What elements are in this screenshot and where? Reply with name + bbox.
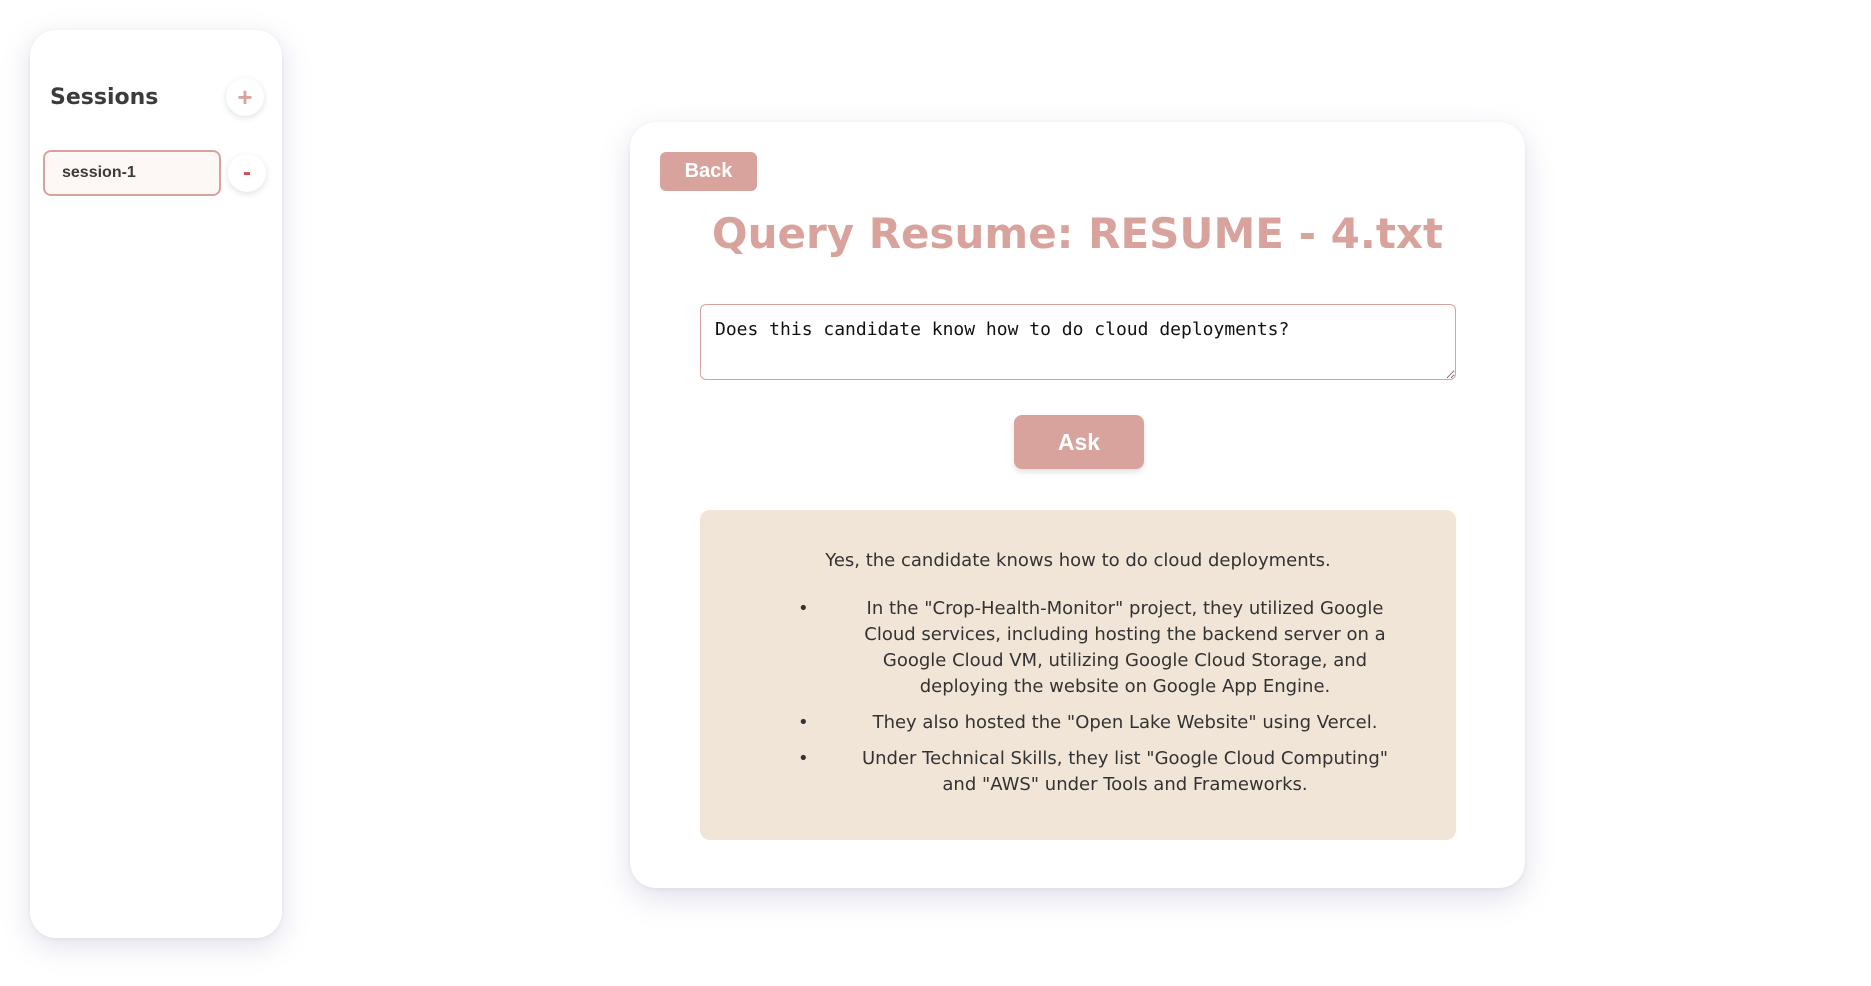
list-item: • In the "Crop-Health-Monitor" project, … — [740, 596, 1416, 700]
back-button[interactable]: Back — [660, 152, 757, 191]
bullet-icon: • — [798, 712, 809, 733]
answer-box: Yes, the candidate knows how to do cloud… — [700, 510, 1456, 840]
list-item: • Under Technical Skills, they list "Goo… — [740, 746, 1416, 798]
answer-bullet-text: They also hosted the "Open Lake Website"… — [872, 712, 1378, 733]
answer-list: • In the "Crop-Health-Monitor" project, … — [740, 596, 1416, 798]
add-session-button[interactable]: + — [226, 78, 264, 116]
answer-bullet-text: Under Technical Skills, they list "Googl… — [861, 748, 1389, 795]
session-row: session-1 - — [43, 150, 266, 196]
bullet-icon: • — [798, 748, 809, 769]
query-input[interactable]: Does this candidate know how to do cloud… — [700, 304, 1456, 380]
ask-button[interactable]: Ask — [1014, 415, 1144, 469]
session-item[interactable]: session-1 — [43, 150, 221, 196]
answer-bullet-text: In the "Crop-Health-Monitor" project, th… — [864, 598, 1386, 697]
sessions-sidebar: Sessions + session-1 - — [30, 30, 282, 938]
remove-session-button[interactable]: - — [228, 154, 266, 192]
answer-intro: Yes, the candidate knows how to do cloud… — [825, 550, 1331, 571]
sidebar-header: Sessions + — [50, 78, 264, 116]
bullet-icon: • — [798, 598, 809, 619]
page-title: Query Resume: RESUME - 4.txt — [711, 209, 1444, 258]
query-card: Back Query Resume: RESUME - 4.txt Does t… — [630, 122, 1525, 888]
sidebar-title: Sessions — [50, 84, 159, 110]
list-item: • They also hosted the "Open Lake Websit… — [740, 710, 1416, 736]
